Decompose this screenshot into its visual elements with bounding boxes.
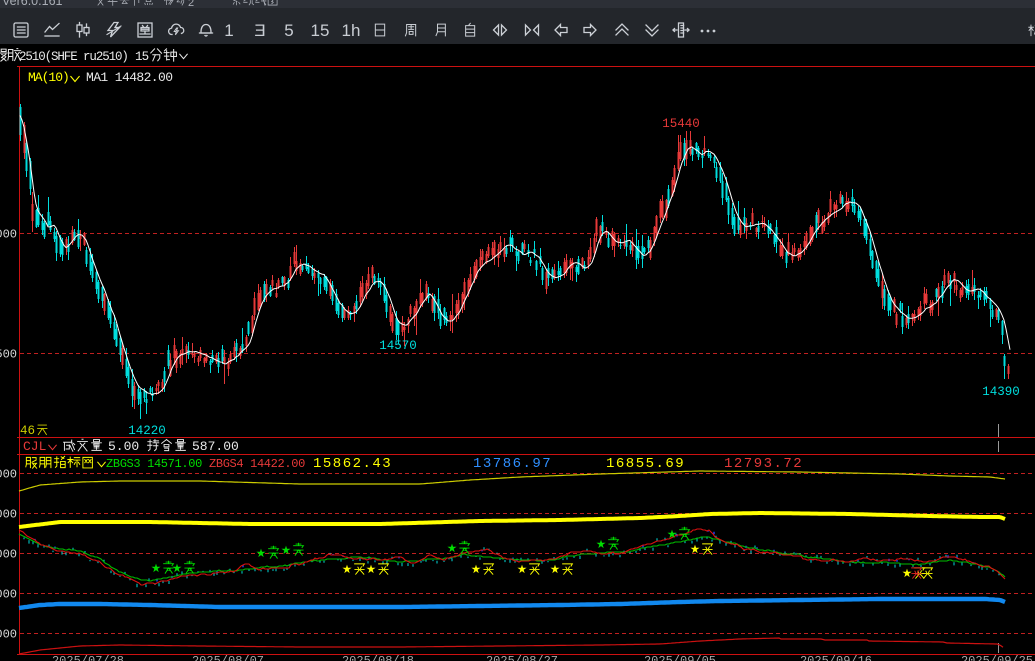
svg-text:15: 15 bbox=[311, 21, 330, 40]
svg-text:2025/08/07: 2025/08/07 bbox=[192, 654, 264, 661]
svg-text:MA(10): MA(10) bbox=[28, 70, 69, 85]
svg-text:14390: 14390 bbox=[982, 385, 1020, 399]
svg-text:CJL: CJL bbox=[23, 439, 46, 454]
svg-text:2025/09/16: 2025/09/16 bbox=[800, 654, 872, 661]
svg-text:ZBGS3 14571.00: ZBGS3 14571.00 bbox=[106, 457, 202, 471]
svg-text:15862.43: 15862.43 bbox=[313, 456, 392, 472]
svg-text:000: 000 bbox=[0, 548, 17, 562]
svg-text:2025/08/27: 2025/08/27 bbox=[486, 654, 558, 661]
svg-text:000: 000 bbox=[0, 588, 17, 602]
svg-text:5: 5 bbox=[284, 21, 293, 40]
svg-text:15: 15 bbox=[135, 50, 149, 64]
svg-text:1h: 1h bbox=[342, 21, 361, 40]
svg-text:12793.72: 12793.72 bbox=[724, 456, 803, 472]
svg-text:000: 000 bbox=[0, 228, 17, 242]
svg-text:Ǝ: Ǝ bbox=[254, 21, 265, 40]
svg-text:1: 1 bbox=[224, 21, 233, 40]
svg-text:15440: 15440 bbox=[662, 117, 700, 131]
svg-text:000: 000 bbox=[0, 508, 17, 522]
svg-text:2025/07/28: 2025/07/28 bbox=[52, 654, 124, 661]
svg-text:MA1 14482.00: MA1 14482.00 bbox=[86, 70, 172, 85]
svg-text:587.00: 587.00 bbox=[192, 439, 239, 454]
svg-text:2025/08/18: 2025/08/18 bbox=[342, 654, 414, 661]
svg-text:14220: 14220 bbox=[128, 424, 166, 438]
svg-text:2: 2 bbox=[188, 0, 194, 9]
svg-text:000: 000 bbox=[0, 468, 17, 482]
svg-text:000: 000 bbox=[0, 628, 17, 642]
svg-text:ZBGS4 14422.00: ZBGS4 14422.00 bbox=[209, 457, 305, 471]
svg-text:2025/09/25: 2025/09/25 bbox=[961, 654, 1033, 661]
svg-text:5.00: 5.00 bbox=[108, 439, 139, 454]
svg-text:500: 500 bbox=[0, 348, 17, 362]
svg-text:14570: 14570 bbox=[379, 339, 417, 353]
svg-text:13786.97: 13786.97 bbox=[473, 456, 552, 472]
svg-text:46: 46 bbox=[20, 424, 35, 438]
svg-text:Ver6.0.161: Ver6.0.161 bbox=[2, 0, 63, 8]
svg-text:2510(SHFE ru2510): 2510(SHFE ru2510) bbox=[19, 50, 128, 64]
svg-text:2025/09/05: 2025/09/05 bbox=[644, 654, 716, 661]
svg-text:16855.69: 16855.69 bbox=[606, 456, 685, 472]
